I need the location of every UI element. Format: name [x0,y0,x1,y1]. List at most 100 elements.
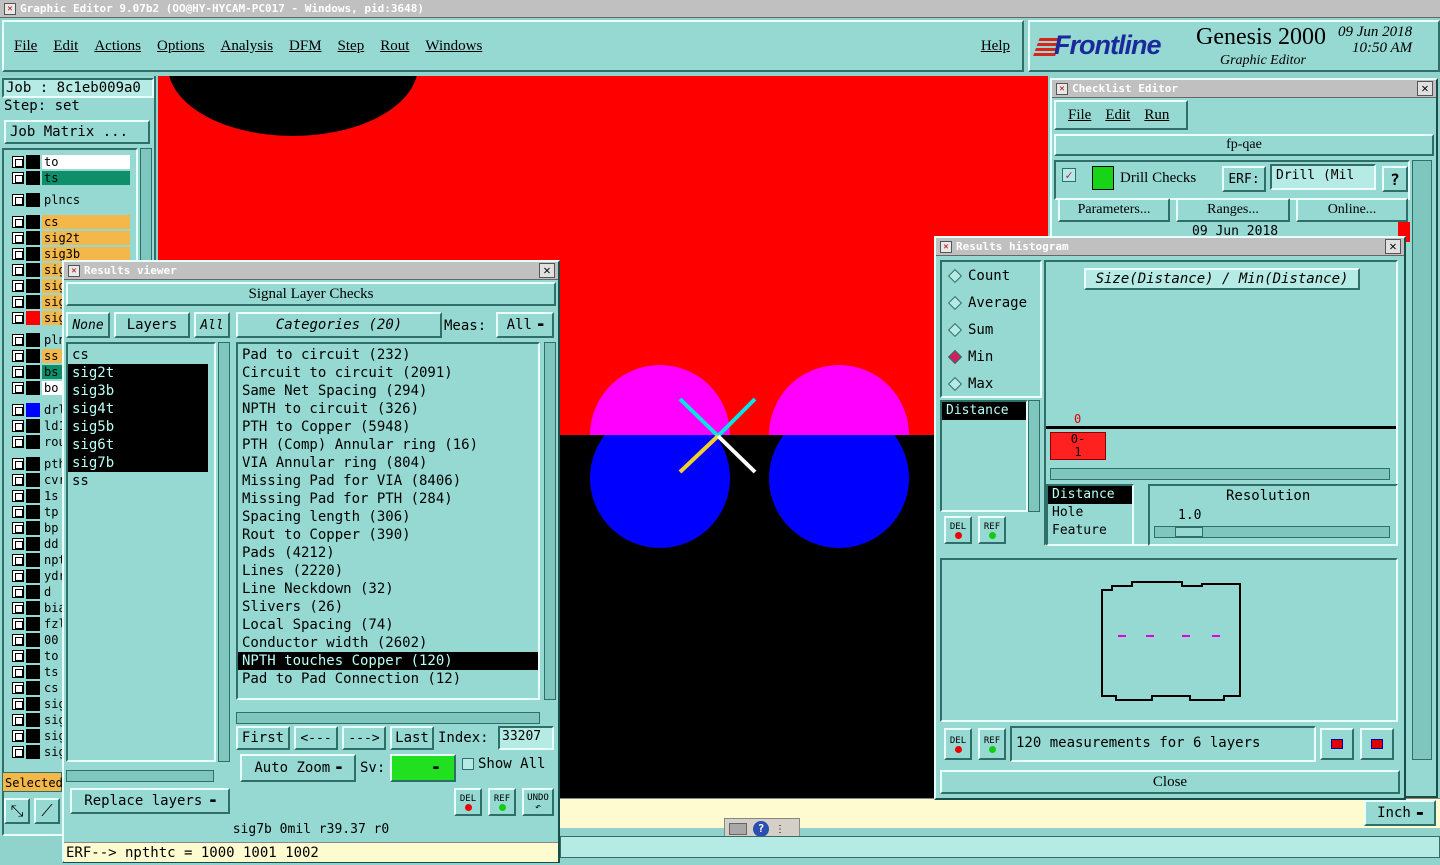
preview-ref-button[interactable]: REF [978,728,1006,760]
checklist-menu-run[interactable]: Run [1144,107,1169,124]
layer-checkbox[interactable] [12,312,24,324]
layer-checkbox[interactable] [12,436,24,448]
category-item[interactable]: Pad to Pad Connection (12) [238,670,538,688]
hist-ref-button[interactable]: REF [978,516,1006,544]
layer-checkbox[interactable] [12,264,24,276]
layer-checkbox[interactable] [12,730,24,742]
menu-step[interactable]: Step [338,38,365,55]
checklist-menu-edit[interactable]: Edit [1105,107,1130,124]
category-item[interactable]: Pads (4212) [238,544,538,562]
ranges-button[interactable]: Ranges... [1176,198,1290,222]
sv-color-dropdown[interactable]: ▬ [390,754,456,782]
first-button[interactable]: First [236,726,290,750]
layer-checkbox[interactable] [12,172,24,184]
category-item[interactable]: Local Spacing (74) [238,616,538,634]
index-field[interactable]: 33207 [498,726,554,750]
layer-checkbox[interactable] [12,746,24,758]
viewer-layer-item[interactable]: sig5b [68,418,208,436]
layer-checkbox[interactable] [12,714,24,726]
close-icon[interactable]: ✕ [1385,239,1401,254]
layer-checkbox[interactable] [12,404,24,416]
layer-checkbox[interactable] [12,248,24,260]
layer-checkbox[interactable] [12,506,24,518]
meas-dropdown[interactable]: All ▬ [496,312,554,338]
category-item[interactable]: Lines (2220) [238,562,538,580]
layer-checkbox[interactable] [12,156,24,168]
attr-scrollbar[interactable] [1028,400,1040,512]
viewer-layer-item[interactable]: sig2t [68,364,208,382]
layer-checkbox[interactable] [12,232,24,244]
layer-checkbox[interactable] [12,586,24,598]
layer-checkbox[interactable] [12,194,24,206]
slider-thumb[interactable] [1175,527,1203,537]
resolution-slider[interactable] [1154,526,1390,538]
next-button[interactable]: ---> [342,726,386,750]
category-item[interactable]: PTH to Copper (5948) [238,418,538,436]
layer-checkbox[interactable] [12,682,24,694]
menu-actions[interactable]: Actions [94,38,141,55]
layer-checkbox[interactable] [12,366,24,378]
help-circle-icon[interactable]: ? [753,821,769,837]
layer-checkbox[interactable] [12,602,24,614]
viewer-layer-item[interactable]: ss [68,472,214,490]
layer-row[interactable]: cs [12,214,130,230]
erf-field[interactable]: Drill (Mil [1270,164,1376,190]
tray-menu-icon[interactable]: ⋮ [775,824,785,835]
category-item[interactable]: NPTH touches Copper (120) [238,652,538,670]
plot-hscrollbar[interactable] [1050,468,1390,480]
layer-checkbox[interactable] [12,458,24,470]
layer-checkbox[interactable] [12,618,24,630]
layer-checkbox[interactable] [12,554,24,566]
viewer-layer-item[interactable]: sig4t [68,400,208,418]
layer-checkbox[interactable] [12,634,24,646]
menu-options[interactable]: Options [157,38,205,55]
parameters-button[interactable]: Parameters... [1058,198,1170,222]
menu-rout[interactable]: Rout [380,38,409,55]
viewer-del-button[interactable]: DEL [454,788,482,816]
layer-checkbox[interactable] [12,698,24,710]
viewer-layer-item[interactable]: sig6t [68,436,208,454]
help-menu[interactable]: Help [981,38,1010,55]
categories-button[interactable]: Categories (20) [236,312,442,338]
job-matrix-button[interactable]: Job Matrix ... [4,120,150,144]
layer-checkbox[interactable] [12,522,24,534]
checkbox-checked[interactable]: ✓ [1062,168,1076,182]
hist-del-button[interactable]: DEL [944,516,972,544]
feature-item[interactable]: Distance [1048,486,1132,504]
layer-checkbox[interactable] [12,538,24,550]
viewer-layer-scrollbar[interactable] [218,342,230,762]
menu-windows[interactable]: Windows [425,38,482,55]
layer-checkbox[interactable] [12,382,24,394]
layer-checkbox[interactable] [12,350,24,362]
histogram-close-button[interactable]: Close [940,770,1400,794]
category-item[interactable]: Same Net Spacing (294) [238,382,538,400]
layer-checkbox[interactable] [12,666,24,678]
menu-file[interactable]: File [14,38,37,55]
mode-max[interactable]: Max [942,370,1040,397]
layer-checkbox[interactable] [12,650,24,662]
viewer-layer-item[interactable]: sig7b [68,454,208,472]
category-item[interactable]: Conductor width (2602) [238,634,538,652]
layer-checkbox[interactable] [12,296,24,308]
auto-zoom-dropdown[interactable]: Auto Zoom ▬ [240,754,356,782]
viewer-layer-hscroll[interactable] [66,770,214,782]
category-item[interactable]: Missing Pad for VIA (8406) [238,472,538,490]
viewer-layer-item[interactable]: sig3b [68,382,208,400]
category-item[interactable]: Slivers (26) [238,598,538,616]
online-button[interactable]: Online... [1296,198,1408,222]
layer-checkbox[interactable] [12,420,24,432]
preview-del-button[interactable]: DEL [944,728,972,760]
zoom-box-icon[interactable]: ⤡ [4,798,30,824]
category-item[interactable]: PTH (Comp) Annular ring (16) [238,436,538,454]
menu-dfm[interactable]: DFM [289,38,322,55]
category-item[interactable]: Rout to Copper (390) [238,526,538,544]
help-button[interactable]: ? [1382,166,1408,192]
histogram-bar[interactable]: 0- 1 [1050,432,1106,460]
mode-count[interactable]: Count [942,262,1040,289]
layer-row[interactable]: plncs [12,192,130,208]
close-icon[interactable]: ✕ [539,263,555,278]
all-layers-button[interactable]: All [194,312,230,338]
categories-hscroll[interactable] [236,712,540,724]
mode-sum[interactable]: Sum [942,316,1040,343]
layer-row[interactable]: ts [12,170,130,186]
